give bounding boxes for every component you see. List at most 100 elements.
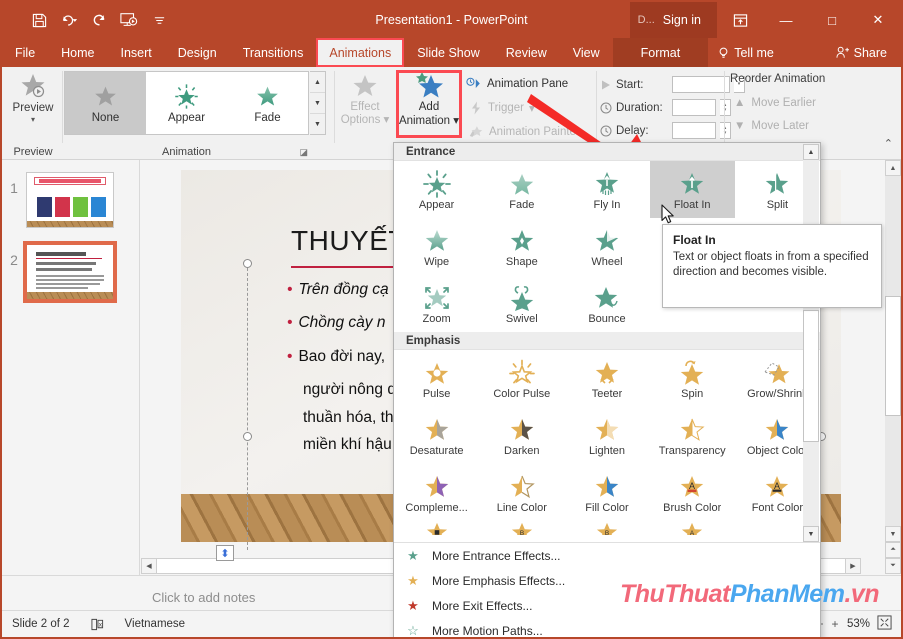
tab-review[interactable]: Review	[493, 38, 560, 67]
next-slide-icon[interactable]: ⏷	[885, 558, 901, 574]
dropdown-scroll-track[interactable]	[803, 160, 819, 526]
preview-label: Preview	[12, 102, 54, 114]
effect-partial-4[interactable]: A	[650, 521, 735, 535]
gallery-item-appear[interactable]: Appear	[146, 72, 227, 134]
tab-transitions[interactable]: Transitions	[230, 38, 317, 67]
effect-pulse[interactable]: Pulse	[394, 350, 479, 407]
effect-complementary-color[interactable]: Compleme...	[394, 464, 479, 521]
start-slideshow-icon[interactable]	[114, 6, 144, 34]
move-earlier-up-icon: ▲	[734, 97, 746, 109]
slide-thumbnail[interactable]	[26, 172, 114, 228]
move-later-button: ▼ Move Later	[734, 120, 809, 132]
effect-swivel[interactable]: Swivel	[479, 275, 564, 332]
tell-me-box[interactable]: Tell me	[708, 38, 784, 67]
minimize-button[interactable]: —	[763, 2, 809, 38]
split-pane-icon[interactable]: ⬍	[216, 545, 234, 561]
slide-counter[interactable]: Slide 2 of 2	[2, 618, 80, 630]
preview-star-icon	[21, 74, 45, 98]
scroll-up-icon[interactable]: ▲	[885, 160, 901, 176]
language-indicator[interactable]: Vietnamese	[115, 618, 196, 630]
save-icon[interactable]	[24, 6, 54, 34]
thumbnail-row-2[interactable]: 2	[2, 241, 140, 303]
effect-appear[interactable]: Appear	[394, 161, 479, 218]
animation-dialog-launcher[interactable]: ◪	[299, 147, 308, 158]
share-button[interactable]: Share	[826, 38, 901, 67]
zoom-in-button[interactable]: +	[830, 617, 840, 631]
mouse-cursor-icon	[661, 204, 676, 230]
star-spin-icon	[680, 360, 704, 385]
tab-insert[interactable]: Insert	[108, 38, 165, 67]
effect-color-pulse[interactable]: Color Pulse	[479, 350, 564, 407]
effect-bounce[interactable]: Bounce	[564, 275, 649, 332]
gallery-scroll-up-icon[interactable]: ▲	[310, 72, 325, 93]
effect-fill-color[interactable]: Fill Color	[564, 464, 649, 521]
scroll-right-icon[interactable]: ▶	[845, 558, 861, 574]
fit-slide-icon[interactable]	[877, 615, 892, 633]
gallery-item-fade[interactable]: Fade	[227, 72, 308, 134]
close-button[interactable]: ✕	[855, 2, 901, 38]
effect-darken[interactable]: Darken	[479, 407, 564, 464]
previous-slide-icon[interactable]: ⏶	[885, 542, 901, 558]
effect-zoom[interactable]: Zoom	[394, 275, 479, 332]
account-chip[interactable]: D...	[629, 2, 661, 38]
add-animation-dropdown[interactable]: Entrance Appear Fade Fly In Float In Spl…	[393, 142, 821, 638]
maximize-button[interactable]: □	[809, 2, 855, 38]
thumbnail-row-1[interactable]: 1	[2, 172, 140, 228]
effect-desaturate[interactable]: Desaturate	[394, 407, 479, 464]
dropdown-scroll-thumb[interactable]	[803, 310, 819, 442]
selection-handle[interactable]	[243, 432, 252, 441]
effect-partial-2[interactable]: B	[479, 521, 564, 535]
effect-fly-in[interactable]: Fly In	[564, 161, 649, 218]
sign-in-button[interactable]: Sign in	[660, 2, 717, 38]
tab-design[interactable]: Design	[165, 38, 230, 67]
effect-partial-1[interactable]	[394, 521, 479, 535]
tab-slide-show[interactable]: Slide Show	[404, 38, 493, 67]
slide-title[interactable]: THUYẾT	[291, 225, 406, 257]
dropdown-scroll-down-icon[interactable]: ▼	[803, 526, 819, 542]
dropdown-scrollbar[interactable]: ▲ ▼	[803, 144, 819, 542]
scroll-left-icon[interactable]: ◀	[141, 558, 157, 574]
gallery-scrollbar[interactable]: ▲ ▼ ▼	[310, 71, 326, 135]
dropdown-scroll-up-icon[interactable]: ▲	[803, 144, 819, 160]
selection-handle[interactable]	[243, 259, 252, 268]
more-motion-paths-item[interactable]: ☆ More Motion Paths...	[394, 618, 820, 638]
zoom-level-label[interactable]: 53%	[847, 618, 870, 630]
slide-thumbnail-active[interactable]	[23, 241, 117, 303]
effect-wipe[interactable]: Wipe	[394, 218, 479, 275]
ribbon-display-options-icon[interactable]	[717, 2, 763, 38]
collapse-ribbon-icon[interactable]: ⌃	[884, 137, 893, 150]
gallery-item-none[interactable]: None	[65, 72, 146, 134]
slide-thumbnail-pane[interactable]: 1 2	[2, 160, 140, 583]
effect-spin[interactable]: Spin	[650, 350, 735, 407]
tab-animations[interactable]: Animations	[316, 38, 405, 67]
effect-shape[interactable]: Shape	[479, 218, 564, 275]
spell-check-icon[interactable]: x	[80, 618, 115, 631]
gallery-scroll-down-icon[interactable]: ▼	[310, 93, 325, 114]
effect-brush-color[interactable]: A Brush Color	[650, 464, 735, 521]
undo-icon[interactable]	[54, 6, 84, 34]
tab-view[interactable]: View	[560, 38, 613, 67]
tab-file[interactable]: File	[2, 38, 48, 67]
more-entrance-effects-item[interactable]: ★ More Entrance Effects...	[394, 543, 820, 568]
tab-home[interactable]: Home	[48, 38, 107, 67]
vertical-scrollbar[interactable]: ▲ ▼ ⏶ ⏷	[885, 160, 901, 574]
gallery-more-icon[interactable]: ▼	[310, 114, 325, 134]
effect-teeter[interactable]: Teeter	[564, 350, 649, 407]
effect-fade[interactable]: Fade	[479, 161, 564, 218]
tab-format[interactable]: Format	[612, 38, 709, 67]
preview-button[interactable]: Preview ▾	[4, 71, 62, 137]
notes-placeholder[interactable]: Click to add notes	[152, 590, 255, 605]
animation-gallery[interactable]: None Appear Fade	[64, 71, 309, 135]
scroll-down-icon[interactable]: ▼	[885, 526, 901, 542]
preview-caret-icon[interactable]: ▾	[31, 115, 35, 124]
effect-partial-3[interactable]: B	[564, 521, 649, 535]
vscroll-thumb[interactable]	[885, 296, 901, 416]
add-animation-button[interactable]: Add Animation ▾	[396, 70, 462, 138]
effect-lighten[interactable]: Lighten	[564, 407, 649, 464]
customize-qat-icon[interactable]	[144, 6, 174, 34]
effect-line-color[interactable]: Line Color	[479, 464, 564, 521]
vscroll-track[interactable]	[885, 176, 901, 526]
effect-wheel[interactable]: Wheel	[564, 218, 649, 275]
redo-icon[interactable]	[84, 6, 114, 34]
effect-transparency[interactable]: Transparency	[650, 407, 735, 464]
